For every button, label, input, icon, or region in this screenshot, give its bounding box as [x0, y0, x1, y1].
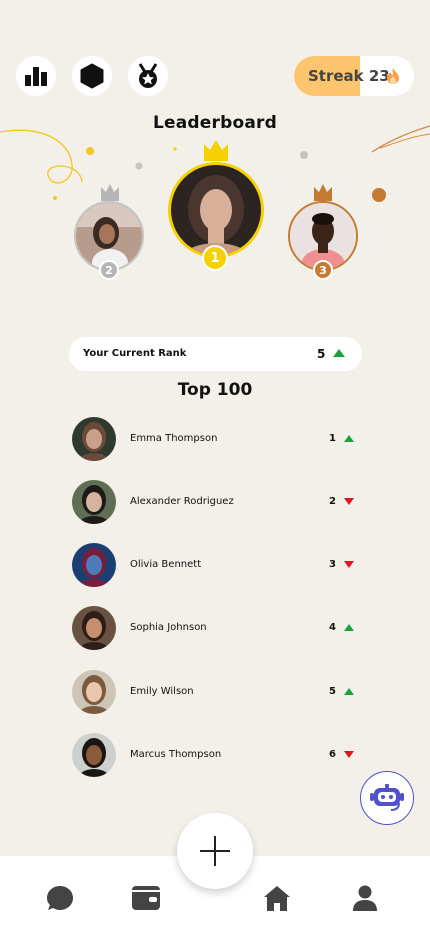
leaderboard-row[interactable]: Sophia Johnson 4 [0, 606, 430, 650]
medals-button[interactable] [128, 56, 168, 96]
medal-icon [138, 63, 158, 88]
flame-icon [387, 68, 399, 84]
chat-icon[interactable] [46, 884, 74, 912]
home-icon[interactable] [263, 884, 291, 912]
first-place-badge: 1 [202, 245, 228, 271]
trend-up-icon [344, 435, 354, 442]
current-rank-value: 5 [317, 347, 326, 361]
avatar [72, 417, 116, 461]
wallet-icon[interactable] [131, 884, 161, 912]
player-name: Sophia Johnson [130, 622, 207, 633]
current-rank-label: Your Current Rank [83, 348, 187, 359]
avatar [72, 733, 116, 777]
third-place-badge: 3 [313, 260, 333, 280]
avatar [72, 480, 116, 524]
section-title: Top 100 [177, 380, 253, 400]
player-rank: 5 [329, 686, 336, 697]
assistant-bot-button[interactable] [360, 771, 414, 825]
trend-up-icon [333, 349, 345, 357]
leaderboard-row[interactable]: Emma Thompson 1 [0, 417, 430, 461]
streak-label: Streak 23 [308, 67, 390, 85]
trend-down-icon [344, 498, 354, 505]
leaderboard-row[interactable]: Marcus Thompson 6 [0, 733, 430, 777]
avatar [72, 606, 116, 650]
add-icon [200, 836, 230, 866]
trend-down-icon [344, 751, 354, 758]
player-name: Alexander Rodriguez [130, 496, 234, 507]
avatar [171, 165, 261, 255]
crown-icon [314, 184, 332, 201]
player-rank: 3 [329, 559, 336, 570]
avatar [72, 543, 116, 587]
trend-up-icon [344, 624, 354, 631]
player-rank: 6 [329, 749, 336, 760]
second-place-badge: 2 [99, 260, 119, 280]
streak-indicator[interactable]: Streak 23 [294, 56, 414, 96]
hexagon-icon [80, 63, 104, 89]
trend-up-icon [344, 688, 354, 695]
leaderboard-row[interactable]: Olivia Bennett 3 [0, 543, 430, 587]
avatar [72, 670, 116, 714]
player-rank: 2 [329, 496, 336, 507]
page-title: Leaderboard [153, 113, 277, 133]
player-name: Emma Thompson [130, 433, 218, 444]
profile-icon[interactable] [351, 884, 379, 912]
player-name: Marcus Thompson [130, 749, 222, 760]
crown-icon [101, 184, 119, 201]
player-name: Olivia Bennett [130, 559, 202, 570]
player-name: Emily Wilson [130, 686, 194, 697]
player-rank: 4 [329, 622, 336, 633]
player-rank: 1 [329, 433, 336, 444]
leaderboard-row[interactable]: Alexander Rodriguez 2 [0, 480, 430, 524]
add-button[interactable] [177, 813, 253, 889]
robot-icon [370, 784, 404, 811]
first-place-avatar[interactable] [168, 162, 264, 258]
trend-down-icon [344, 561, 354, 568]
current-rank-card: Your Current Rank 5 [69, 337, 362, 371]
badges-button[interactable] [72, 56, 112, 96]
crown-icon [204, 140, 228, 161]
podium-icon [25, 67, 47, 86]
leaderboard-button[interactable] [16, 56, 56, 96]
leaderboard-row[interactable]: Emily Wilson 5 [0, 670, 430, 714]
